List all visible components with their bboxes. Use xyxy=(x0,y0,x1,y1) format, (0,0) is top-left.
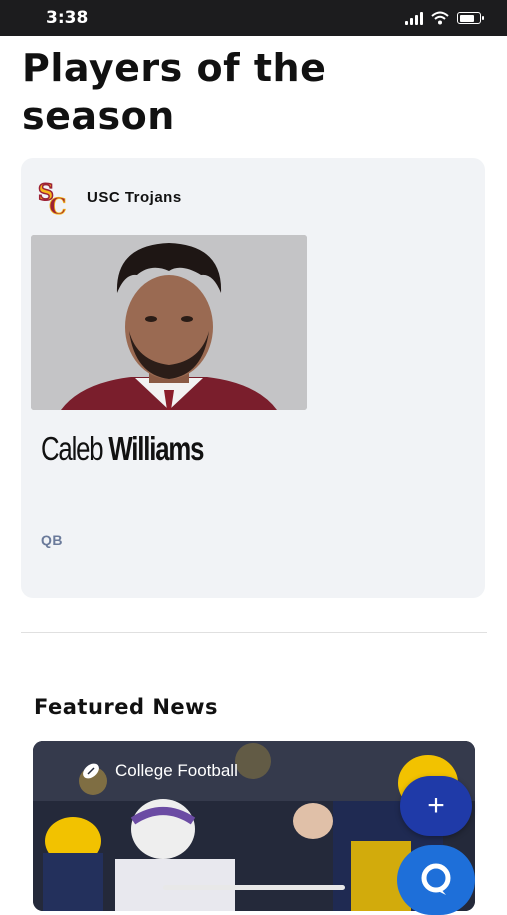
section-divider xyxy=(21,632,487,633)
player-name: Caleb Williams xyxy=(41,430,204,468)
status-icons xyxy=(405,11,484,25)
svg-text:C: C xyxy=(49,194,67,216)
status-time: 3:38 xyxy=(46,8,89,28)
news-category-label: College Football xyxy=(115,761,238,780)
player-position: QB xyxy=(41,532,63,548)
status-bar: 3:38 xyxy=(0,0,507,36)
team-name: USC Trojans xyxy=(87,189,182,206)
player-last-name: Williams xyxy=(108,430,204,467)
signal-icon xyxy=(405,11,423,25)
chat-bubble-icon xyxy=(421,863,451,895)
player-card[interactable]: S C USC Trojans Caleb Williams QB xyxy=(21,158,485,598)
plus-icon: + xyxy=(427,789,445,822)
news-category-tag: College Football xyxy=(81,761,238,781)
usc-trojans-logo: S C xyxy=(37,180,67,216)
football-icon xyxy=(83,763,99,779)
home-indicator[interactable] xyxy=(163,885,345,890)
player-photo xyxy=(31,235,307,410)
chat-button[interactable] xyxy=(397,845,475,915)
battery-icon xyxy=(457,12,484,24)
featured-news-title: Featured News xyxy=(34,695,219,719)
player-first-name: Caleb xyxy=(41,430,104,467)
add-button[interactable]: + xyxy=(400,776,472,836)
wifi-icon xyxy=(431,11,449,25)
page-title: Players of the season xyxy=(22,46,327,138)
